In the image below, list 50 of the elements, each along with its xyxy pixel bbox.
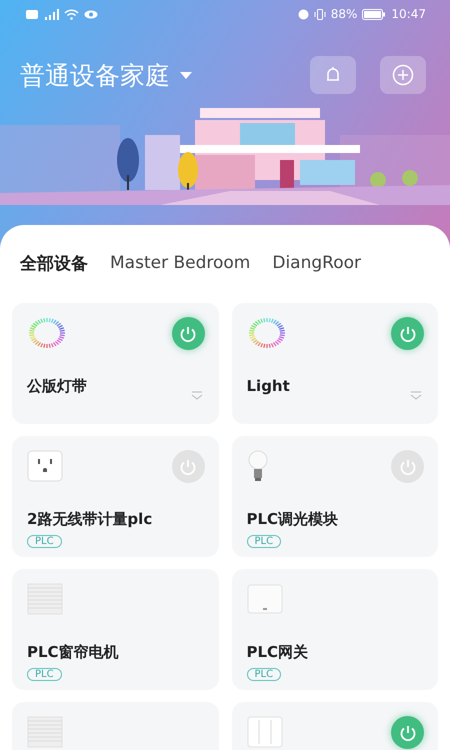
device-name: 2路无线带计量plc (27, 510, 152, 529)
wall-switch-icon (246, 716, 282, 748)
battery-icon (362, 8, 386, 20)
wifi-icon (64, 8, 79, 20)
eye-icon (84, 10, 98, 18)
socket-icon (27, 450, 63, 482)
room-tab[interactable]: Master Bedroom (110, 247, 250, 279)
vibrate-icon (314, 8, 326, 20)
device-card[interactable]: PLC窗帘电机 PLC (12, 569, 218, 690)
device-name: Light (246, 377, 290, 395)
expand-icon[interactable] (410, 391, 422, 400)
power-icon (398, 324, 416, 342)
power-icon (179, 324, 197, 342)
curtain-icon (27, 716, 63, 748)
add-button[interactable] (380, 56, 426, 94)
protocol-tag: PLC (246, 668, 282, 681)
curtain-icon (27, 583, 63, 615)
protocol-tag: PLC (27, 668, 62, 681)
power-button[interactable] (172, 450, 204, 483)
device-card[interactable]: PLC网关 PLC (232, 569, 438, 690)
power-icon (398, 458, 416, 476)
notifications-button[interactable] (310, 56, 356, 94)
room-tab[interactable]: DiangRoor (272, 247, 361, 279)
device-name: PLC网关 (246, 643, 308, 662)
power-icon (398, 724, 416, 742)
battery-percentage: 88% (330, 7, 358, 21)
power-icon (179, 458, 197, 476)
device-card[interactable]: PLC调光模块 PLC (232, 436, 438, 557)
device-name: PLC调光模块 (246, 510, 338, 529)
device-name: PLC窗帘电机 (27, 643, 119, 662)
device-card[interactable]: 2路无线带计量plc PLC (12, 436, 218, 557)
device-card[interactable]: Light (232, 303, 438, 424)
caret-icon[interactable] (180, 72, 192, 78)
light-bulb-icon (246, 450, 268, 482)
light-strip-icon (246, 317, 286, 349)
power-button[interactable] (391, 317, 424, 350)
gateway-icon (246, 583, 282, 615)
power-button[interactable] (391, 450, 424, 483)
device-card[interactable]: 公版灯带 (12, 303, 218, 424)
expand-icon[interactable] (190, 391, 202, 400)
clock-time: 10:47 (391, 7, 426, 21)
protocol-tag: PLC (27, 535, 62, 548)
plus-circle-icon (392, 64, 414, 86)
cell-signal-icon (43, 8, 59, 20)
protocol-tag: PLC (246, 535, 282, 548)
power-button[interactable] (172, 317, 204, 350)
light-strip-icon (27, 317, 67, 349)
device-name: 公版灯带 (27, 377, 87, 396)
room-tab[interactable]: 全部设备 (20, 247, 88, 279)
power-button[interactable] (391, 716, 424, 749)
